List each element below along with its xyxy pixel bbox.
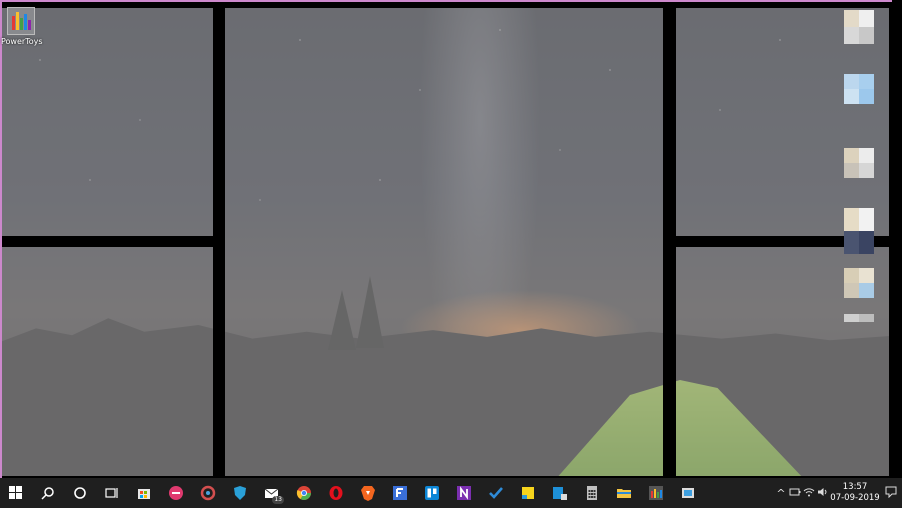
app-icon-colorful	[200, 485, 216, 501]
powertoys-icon	[7, 7, 35, 35]
taskbar: 13 ^ 13:57 07-09-2019	[0, 478, 902, 508]
taskbar-app-file-explorer[interactable]	[608, 478, 640, 508]
desktop-icon-label: PowerToys	[1, 37, 43, 46]
search-button[interactable]	[32, 478, 64, 508]
file-explorer-icon	[617, 489, 631, 498]
overlay-frame	[0, 0, 892, 478]
taskbar-app-calculator[interactable]	[576, 478, 608, 508]
opera-icon	[329, 486, 343, 500]
taskbar-app-todo[interactable]	[480, 478, 512, 508]
blurred-desktop-icon[interactable]	[844, 148, 874, 178]
cortana-icon	[74, 487, 86, 499]
clock-time: 13:57	[842, 482, 868, 492]
blurred-desktop-icon[interactable]	[844, 74, 874, 104]
trello-icon	[425, 486, 439, 500]
chevron-up-icon[interactable]: ^	[774, 487, 788, 500]
taskbar-app-pink[interactable]	[160, 478, 192, 508]
taskbar-app-powertoys[interactable]	[640, 478, 672, 508]
desktop-app-icon	[553, 487, 567, 500]
task-view-button[interactable]	[96, 478, 128, 508]
start-button[interactable]	[0, 478, 32, 508]
taskbar-app-onenote[interactable]	[448, 478, 480, 508]
task-view-icon	[105, 488, 118, 498]
taskbar-app-shield[interactable]	[224, 478, 256, 508]
sticky-notes-icon	[522, 487, 534, 499]
blurred-desktop-icon[interactable]	[844, 314, 874, 322]
onenote-icon	[457, 486, 471, 500]
taskbar-app-colorful[interactable]	[192, 478, 224, 508]
start-icon	[9, 486, 22, 499]
clock[interactable]: 13:57 07-09-2019	[830, 482, 880, 504]
microsoft-store-icon	[138, 489, 150, 499]
app-icon-blue	[682, 488, 694, 498]
app-icon-pink	[169, 486, 183, 500]
todo-icon	[489, 487, 503, 499]
shield-app-icon	[234, 486, 246, 500]
cortana-button[interactable]	[64, 478, 96, 508]
mail-badge: 13	[272, 496, 284, 504]
desktop-wallpaper: PowerToys	[0, 0, 902, 478]
volume-icon[interactable]	[816, 487, 830, 500]
blurred-desktop-icon[interactable]	[844, 268, 874, 298]
blurred-desktop-icon[interactable]	[844, 10, 874, 44]
desktop-icon-powertoys[interactable]: PowerToys	[1, 7, 43, 46]
calculator-icon	[587, 486, 597, 500]
notification-icon	[885, 486, 897, 498]
taskbar-app-f[interactable]	[384, 478, 416, 508]
clock-date: 07-09-2019	[830, 493, 880, 503]
taskbar-app-opera[interactable]	[320, 478, 352, 508]
taskbar-app-trello[interactable]	[416, 478, 448, 508]
system-tray: ^ 13:57 07-09-2019	[774, 478, 902, 508]
powertoys-icon	[649, 486, 663, 500]
notification-button[interactable]	[880, 486, 902, 501]
taskbar-app-desktop[interactable]	[544, 478, 576, 508]
search-icon	[41, 487, 54, 500]
taskbar-app-brave[interactable]	[352, 478, 384, 508]
taskbar-app-mail[interactable]: 13	[256, 478, 288, 508]
brave-icon	[361, 486, 375, 501]
taskbar-app-blue[interactable]	[672, 478, 704, 508]
app-icon-f	[393, 486, 407, 500]
chrome-icon	[296, 486, 311, 500]
battery-icon[interactable]	[788, 487, 802, 500]
taskbar-app-store[interactable]	[128, 478, 160, 508]
taskbar-app-sticky-notes[interactable]	[512, 478, 544, 508]
blurred-desktop-icon[interactable]	[844, 208, 874, 254]
taskbar-app-chrome[interactable]	[288, 478, 320, 508]
wifi-icon[interactable]	[802, 487, 816, 500]
